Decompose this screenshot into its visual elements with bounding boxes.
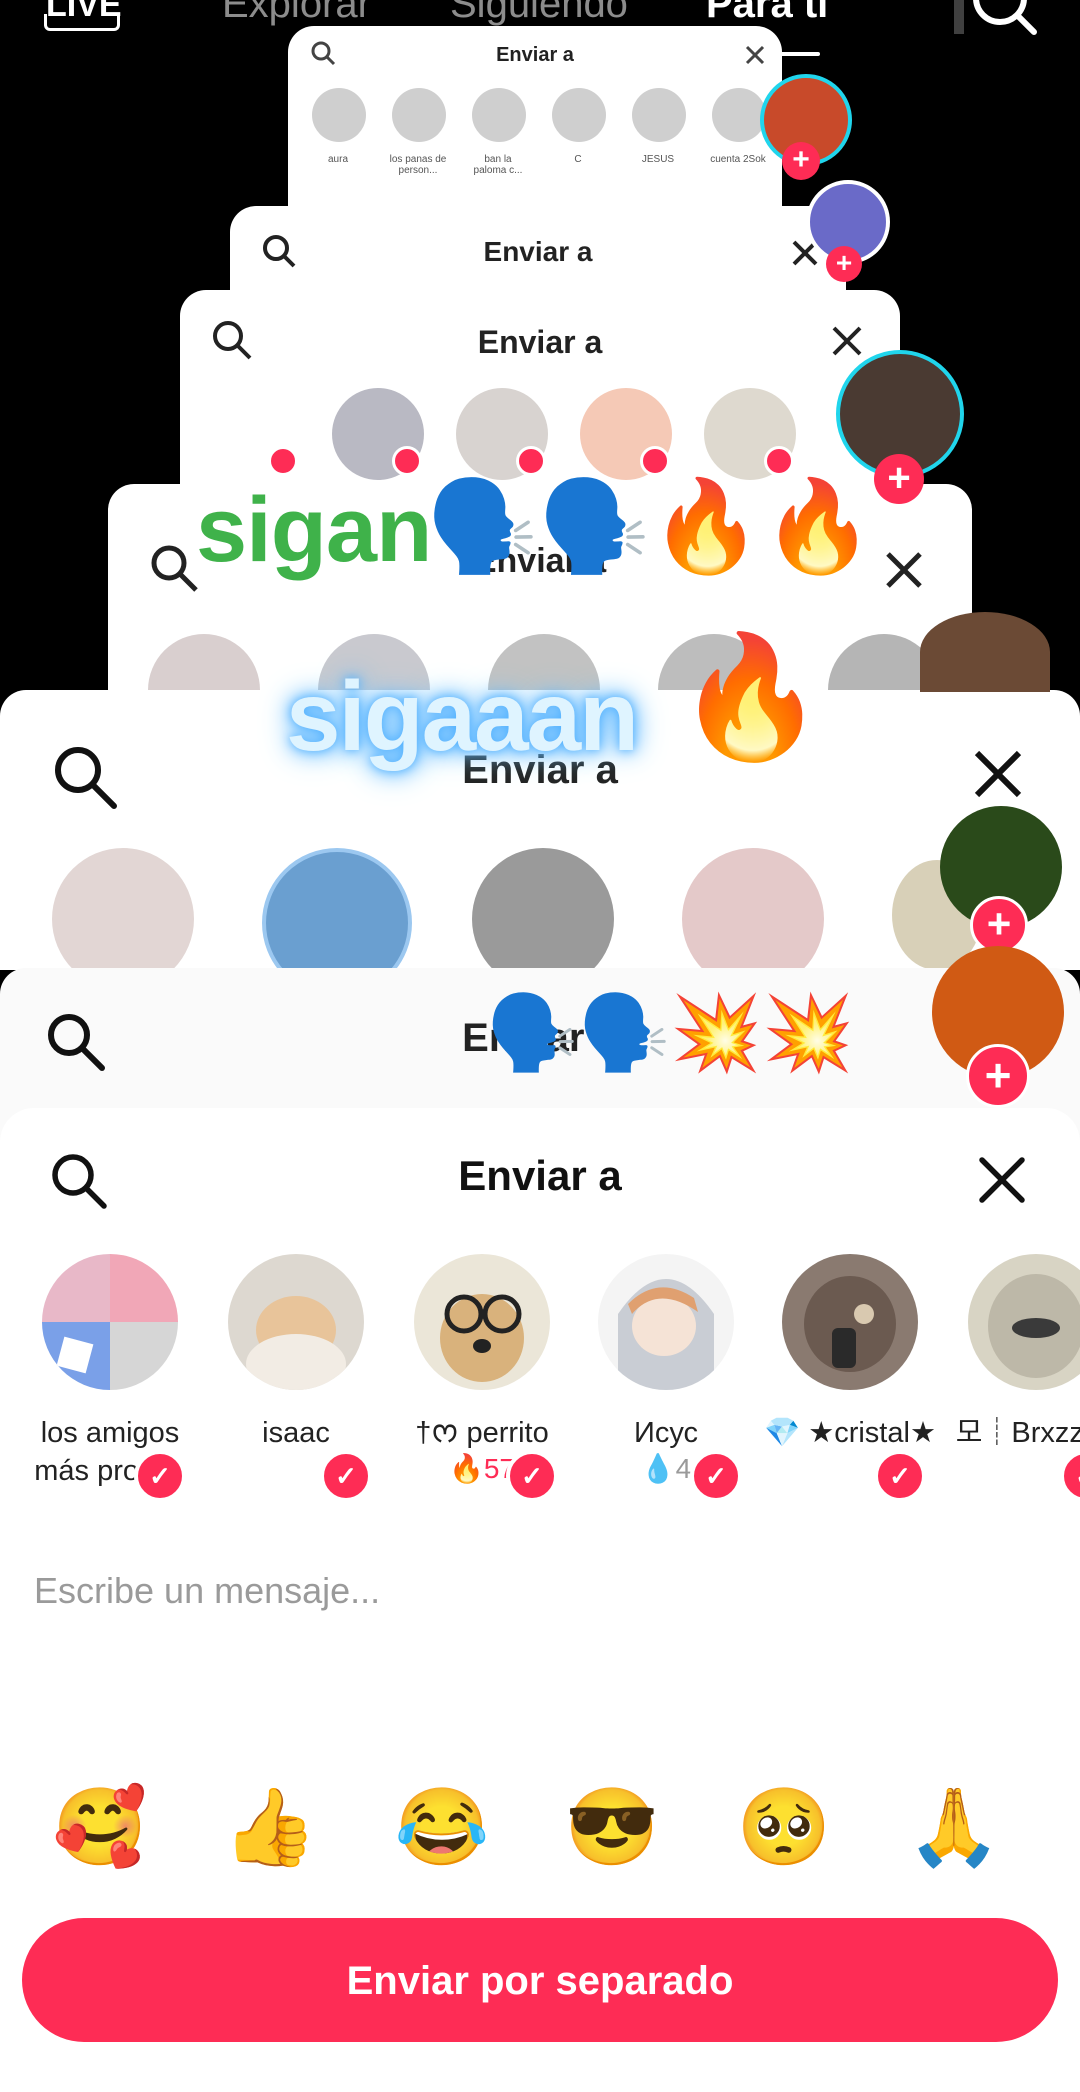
ghost-name: los panas de person... <box>389 154 447 176</box>
overlay-emojis-sigan: 🗣️🗣️🔥🔥 <box>426 477 875 577</box>
ghost-avatar <box>712 88 766 142</box>
ghost-name: aura <box>327 154 348 165</box>
ghost-sheet-title: Enviar a <box>496 44 574 66</box>
ghost-avatar <box>392 88 446 142</box>
contact-name: 모┊Brxzz ✕ <box>955 1417 1080 1449</box>
reaction-joy[interactable]: 😂 <box>392 1778 492 1878</box>
check-icon: ✓ <box>874 1450 926 1502</box>
creator-avatar[interactable] <box>920 612 1050 692</box>
contact-isus[interactable]: ✓ Исус 💧4 <box>576 1254 756 1502</box>
contact-perrito[interactable]: ✓ †ᰔ perrito 🔥57 <box>392 1254 572 1502</box>
ghost-avatar <box>52 848 194 970</box>
ghost-sheet-title: Enviar a <box>477 324 603 360</box>
check-icon <box>764 446 794 476</box>
message-input[interactable]: Escribe un mensaje... <box>34 1570 380 1612</box>
tab-explorar[interactable]: Explorar <box>222 0 371 27</box>
check-icon <box>268 446 298 476</box>
search-icon[interactable] <box>970 0 1040 36</box>
tab-para-ti[interactable]: Para ti <box>706 0 828 27</box>
ghost-name: JESUS <box>641 154 675 165</box>
close-icon <box>974 750 1022 798</box>
reaction-pray[interactable]: 🙏 <box>904 1778 1004 1878</box>
contact-los-amigos[interactable]: ✓ los amigos más pros ... <box>20 1254 200 1502</box>
check-icon: ✓ <box>690 1450 742 1502</box>
avatar <box>414 1254 550 1390</box>
share-sheet-title: Enviar a <box>458 1152 622 1199</box>
search-icon <box>311 41 336 66</box>
follow-plus-icon[interactable]: + <box>874 454 924 504</box>
ghost-avatar <box>472 848 614 970</box>
avatar <box>228 1254 364 1390</box>
contact-brxzz[interactable]: ✓ 모┊Brxzz ✕ <box>946 1254 1080 1502</box>
reaction-sunglasses[interactable]: 😎 <box>562 1778 662 1878</box>
check-icon: ✓ <box>320 1450 372 1502</box>
check-icon: ✓ <box>1060 1450 1080 1502</box>
reaction-smiling-hearts[interactable]: 🥰 <box>50 1778 150 1878</box>
contact-name: 💎 ★cristal★ <box>764 1417 936 1449</box>
close-icon[interactable] <box>976 1154 1028 1206</box>
overlay-text-sigan: sigan <box>196 479 432 581</box>
check-icon: ✓ <box>134 1450 186 1502</box>
ghost-avatar <box>262 848 412 970</box>
ghost-avatar <box>472 88 526 142</box>
ghost-name: ban la paloma c... <box>473 154 523 176</box>
send-separately-button[interactable]: Enviar por separado <box>22 1918 1058 2042</box>
ghost-avatar <box>632 88 686 142</box>
search-icon <box>213 321 252 360</box>
follow-plus-icon[interactable]: + <box>966 1044 1030 1108</box>
contact-cristal[interactable]: ✓ 💎 ★cristal★ <box>760 1254 940 1502</box>
check-icon: ✓ <box>506 1450 558 1502</box>
live-icon <box>44 14 120 31</box>
contact-name: Исус <box>633 1417 699 1449</box>
reaction-pleading[interactable]: 🥺 <box>734 1778 834 1878</box>
avatar <box>782 1254 918 1390</box>
avatar <box>42 1254 178 1390</box>
ghost-name: C <box>574 154 582 165</box>
search-icon <box>151 545 198 592</box>
ghost-name: cuenta 2Sok <box>710 154 766 165</box>
search-icon <box>48 1014 105 1071</box>
check-icon <box>516 446 546 476</box>
ghost-avatar <box>682 848 824 970</box>
share-sheet: Enviar a ✓ los amigos más pros ... ✓ isa… <box>0 1108 1080 2092</box>
ghost-avatar <box>312 88 366 142</box>
ghost-share-sheet-1: Enviar a aura los panas de person... ban… <box>288 26 782 226</box>
live-preview-bar <box>954 0 964 34</box>
check-icon <box>392 446 422 476</box>
contact-name: isaac <box>262 1417 330 1449</box>
follow-plus-icon[interactable]: + <box>826 246 862 282</box>
ghost-avatar <box>552 88 606 142</box>
close-icon <box>886 552 922 588</box>
overlay-emoji-fire: 🔥 <box>676 630 826 764</box>
ghost-sheet-title: Enviar a <box>483 236 593 267</box>
check-icon <box>640 446 670 476</box>
contact-name: †ᰔ perrito <box>415 1417 549 1449</box>
contact-isaac[interactable]: ✓ isaac <box>206 1254 386 1502</box>
avatar <box>968 1254 1080 1390</box>
overlay-text-sigaaan: sigaaan <box>286 661 639 771</box>
overlay-emojis-lower: 🗣️🗣️💥💥 <box>486 991 855 1074</box>
avatar <box>598 1254 734 1390</box>
follow-plus-icon[interactable]: + <box>782 142 820 180</box>
close-icon <box>832 326 862 356</box>
search-icon <box>263 235 296 268</box>
close-icon <box>745 45 765 65</box>
reaction-thumbs-up[interactable]: 👍 <box>220 1778 320 1878</box>
search-icon <box>55 747 117 809</box>
tab-siguiendo[interactable]: Siguiendo <box>450 0 628 27</box>
